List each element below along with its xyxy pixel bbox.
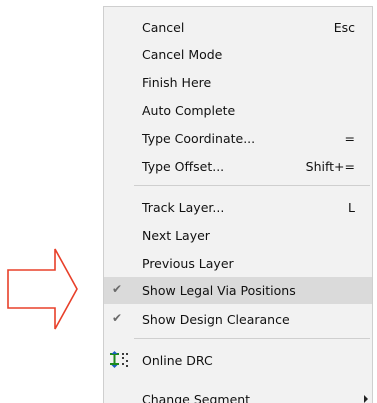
menu-item-type-coordinate[interactable]: Type Coordinate... = — [104, 125, 372, 152]
checkmark-icon: ✔ — [112, 282, 123, 296]
menu-item-label: Previous Layer — [142, 256, 234, 271]
menu-item-label: Next Layer — [142, 228, 210, 243]
screenshot-stage: Cancel Esc Cancel Mode Finish Here Auto … — [0, 0, 377, 403]
submenu-arrow-icon — [364, 395, 368, 403]
menu-item-label: Online DRC — [142, 353, 213, 368]
menu-item-label: Type Coordinate... — [142, 131, 256, 146]
menu-separator — [134, 185, 370, 186]
menu-item-label: Show Legal Via Positions — [142, 283, 296, 298]
checkmark-icon: ✔ — [112, 311, 123, 325]
menu-item-shortcut: L — [348, 200, 355, 215]
context-menu: Cancel Esc Cancel Mode Finish Here Auto … — [103, 6, 373, 403]
menu-item-auto-complete[interactable]: Auto Complete — [104, 97, 372, 124]
right-arrow-outline-icon — [7, 248, 78, 330]
menu-item-label: Show Design Clearance — [142, 312, 290, 327]
menu-item-show-design-clearance[interactable]: ✔ Show Design Clearance — [104, 306, 372, 333]
menu-item-label: Cancel Mode — [142, 47, 223, 62]
menu-item-shortcut: Esc — [333, 20, 355, 35]
menu-item-track-layer[interactable]: Track Layer... L — [104, 194, 372, 221]
online-drc-icon — [110, 351, 128, 368]
menu-item-cancel[interactable]: Cancel Esc — [104, 14, 372, 41]
menu-item-label: Cancel — [142, 20, 185, 35]
menu-item-next-layer[interactable]: Next Layer — [104, 222, 372, 249]
menu-item-previous-layer[interactable]: Previous Layer — [104, 250, 372, 277]
menu-item-shortcut: = — [344, 131, 355, 146]
menu-item-label: Change Segment — [142, 392, 251, 403]
menu-item-label: Auto Complete — [142, 103, 236, 118]
menu-item-label: Finish Here — [142, 75, 212, 90]
menu-item-online-drc[interactable]: Online DRC — [104, 347, 372, 374]
menu-item-type-offset[interactable]: Type Offset... Shift+= — [104, 153, 372, 180]
menu-item-show-legal-via-positions[interactable]: ✔ Show Legal Via Positions — [104, 277, 372, 304]
menu-item-label: Type Offset... — [142, 159, 225, 174]
menu-item-cancel-mode[interactable]: Cancel Mode — [104, 41, 372, 68]
menu-item-change-segment[interactable]: Change Segment — [104, 386, 372, 403]
menu-item-shortcut: Shift+= — [305, 159, 355, 174]
menu-item-label: Track Layer... — [142, 200, 225, 215]
menu-separator — [134, 338, 370, 339]
menu-item-finish-here[interactable]: Finish Here — [104, 69, 372, 96]
